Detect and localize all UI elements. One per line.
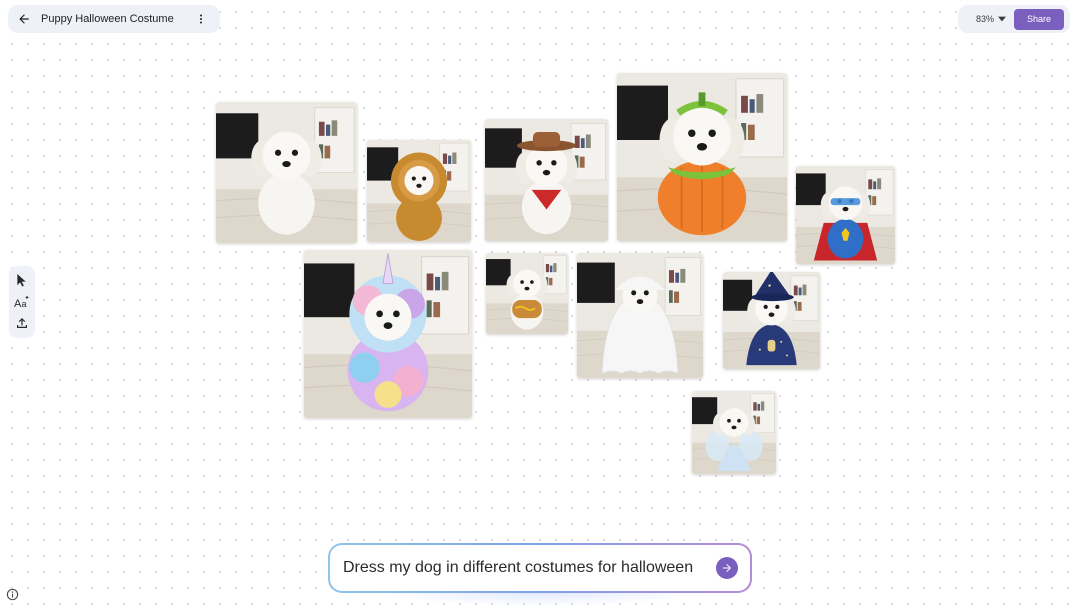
image-card-fairy[interactable] <box>692 391 776 474</box>
share-button[interactable]: Share <box>1014 8 1064 30</box>
canvas-toolbar: A a <box>9 266 35 338</box>
prompt-inner <box>330 545 750 591</box>
select-pointer-icon <box>17 274 26 287</box>
superhero-puppy-image <box>796 166 895 264</box>
svg-text:a: a <box>22 299 27 309</box>
info-button[interactable] <box>6 588 19 601</box>
image-card-plain[interactable] <box>216 102 357 243</box>
back-button[interactable] <box>10 5 38 33</box>
image-card-wizard[interactable] <box>723 272 820 369</box>
page-title: Puppy Halloween Costume <box>41 13 174 25</box>
image-card-pumpkin[interactable] <box>617 73 787 241</box>
image-card-ghost[interactable] <box>577 253 703 378</box>
upload-tool[interactable] <box>12 313 32 333</box>
image-card-hotdog[interactable] <box>486 253 568 334</box>
plain-puppy-image <box>216 102 357 243</box>
more-options-button[interactable] <box>190 5 212 33</box>
prompt-input[interactable] <box>343 559 716 577</box>
zoom-level: 83% <box>975 14 994 24</box>
hotdog-puppy-image <box>486 253 568 334</box>
wizard-puppy-image <box>723 272 820 369</box>
image-card-superhero[interactable] <box>796 166 895 264</box>
project-title-bar: Puppy Halloween Costume <box>8 5 220 33</box>
zoom-dropdown[interactable]: 83% <box>976 14 1006 24</box>
select-tool[interactable] <box>12 271 32 291</box>
send-button[interactable] <box>716 557 738 579</box>
unicorn-puppy-image <box>304 250 472 418</box>
more-vert-icon <box>200 14 202 24</box>
image-card-lion[interactable] <box>367 140 471 242</box>
top-right-controls: 83% Share <box>958 5 1070 33</box>
text-style-tool[interactable]: A a <box>12 292 32 312</box>
arrow-left-icon <box>19 14 29 24</box>
ghost-puppy-image <box>577 253 703 378</box>
lion-puppy-image <box>367 140 471 242</box>
arrow-right-icon <box>723 564 731 572</box>
caret-down-icon <box>998 16 1006 22</box>
text-style-icon: A a <box>14 295 29 309</box>
fairy-puppy-image <box>692 391 776 474</box>
prompt-glow <box>370 592 710 606</box>
pumpkin-puppy-image <box>617 73 787 241</box>
cowboy-puppy-image <box>485 119 608 241</box>
upload-icon <box>17 318 27 329</box>
image-card-unicorn[interactable] <box>304 250 472 418</box>
prompt-bar <box>328 543 752 593</box>
info-icon <box>6 588 19 601</box>
image-card-cowboy[interactable] <box>485 119 608 241</box>
